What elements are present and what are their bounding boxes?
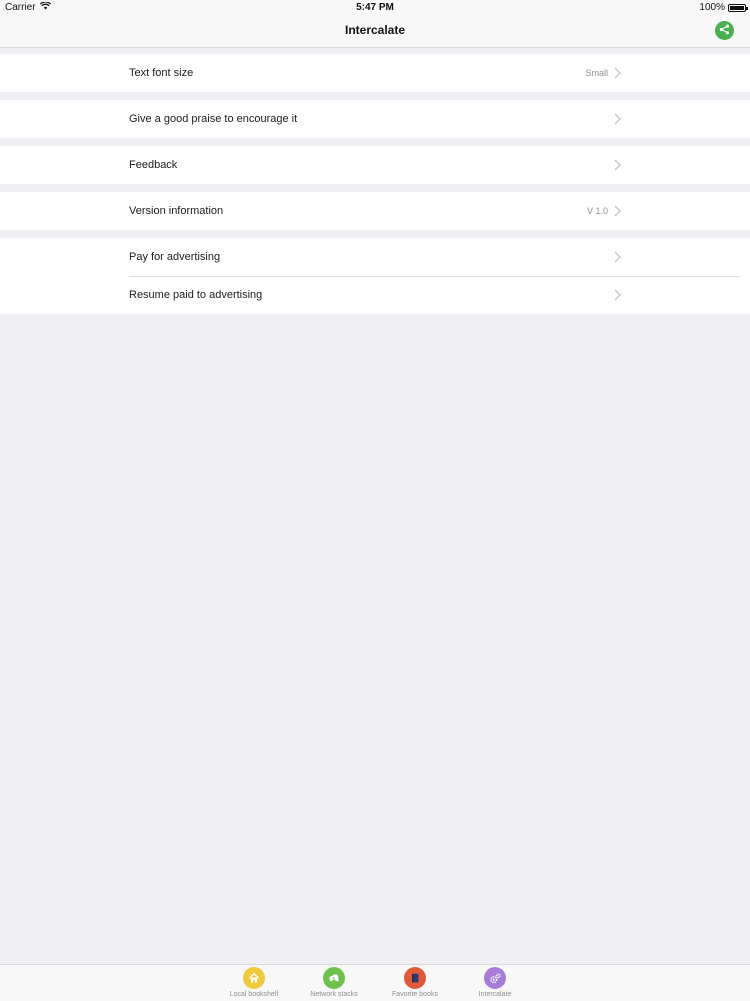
tab-label: Intercalate (478, 991, 512, 998)
settings-group-ads: Pay for advertising Resume paid to adver… (0, 238, 750, 314)
share-button[interactable] (715, 21, 734, 40)
gear-icon (484, 967, 506, 989)
share-icon (719, 22, 730, 40)
tab-label: Favorite books (392, 991, 438, 998)
tab-favorite-books[interactable]: Favorite books (375, 965, 455, 1001)
resume-ads-row[interactable]: Resume paid to advertising (0, 276, 750, 314)
settings-group-font: Text font size Small (0, 54, 750, 92)
battery-percent: 100% (699, 2, 725, 13)
feedback-row[interactable]: Feedback (0, 146, 750, 184)
font-size-value: Small (585, 68, 608, 78)
pay-ads-row[interactable]: Pay for advertising (0, 238, 750, 276)
praise-row[interactable]: Give a good praise to encourage it (0, 100, 750, 138)
status-bar: Carrier 5:47 PM 100% (0, 0, 750, 16)
status-right: 100% (699, 2, 748, 13)
house-icon (243, 967, 265, 989)
tab-label: Network stacks (310, 991, 358, 998)
chevron-right-icon (614, 67, 621, 79)
font-size-row[interactable]: Text font size Small (0, 54, 750, 92)
battery-icon (728, 3, 748, 12)
book-icon (404, 967, 426, 989)
settings-group-version: Version information V 1.0 (0, 192, 750, 230)
tab-label: Local bookshelf (229, 991, 279, 998)
chevron-right-icon (614, 159, 621, 171)
page-title: Intercalate (344, 23, 406, 37)
praise-label: Give a good praise to encourage it (129, 113, 298, 125)
resume-ads-label: Resume paid to advertising (129, 289, 263, 301)
settings-list: Text font size Small Give a good praise … (0, 54, 750, 322)
chevron-right-icon (614, 289, 621, 301)
navigation-bar: Intercalate (0, 16, 750, 48)
cloud-icon (323, 967, 345, 989)
tab-bar: Local bookshelf Network stacks Favorite … (0, 964, 750, 1001)
chevron-right-icon (614, 113, 621, 125)
version-row[interactable]: Version information V 1.0 (0, 192, 750, 230)
feedback-label: Feedback (129, 159, 178, 171)
tab-intercalate[interactable]: Intercalate (455, 965, 535, 1001)
version-value: V 1.0 (586, 206, 608, 216)
chevron-right-icon (614, 251, 621, 263)
version-label: Version information (129, 205, 224, 217)
tab-local-bookshelf[interactable]: Local bookshelf (214, 965, 294, 1001)
chevron-right-icon (614, 205, 621, 217)
pay-ads-label: Pay for advertising (129, 251, 221, 263)
settings-group-feedback: Feedback (0, 146, 750, 184)
tab-network-stacks[interactable]: Network stacks (294, 965, 374, 1001)
status-time: 5:47 PM (356, 2, 394, 13)
font-size-label: Text font size (129, 67, 194, 79)
settings-group-praise: Give a good praise to encourage it (0, 100, 750, 138)
